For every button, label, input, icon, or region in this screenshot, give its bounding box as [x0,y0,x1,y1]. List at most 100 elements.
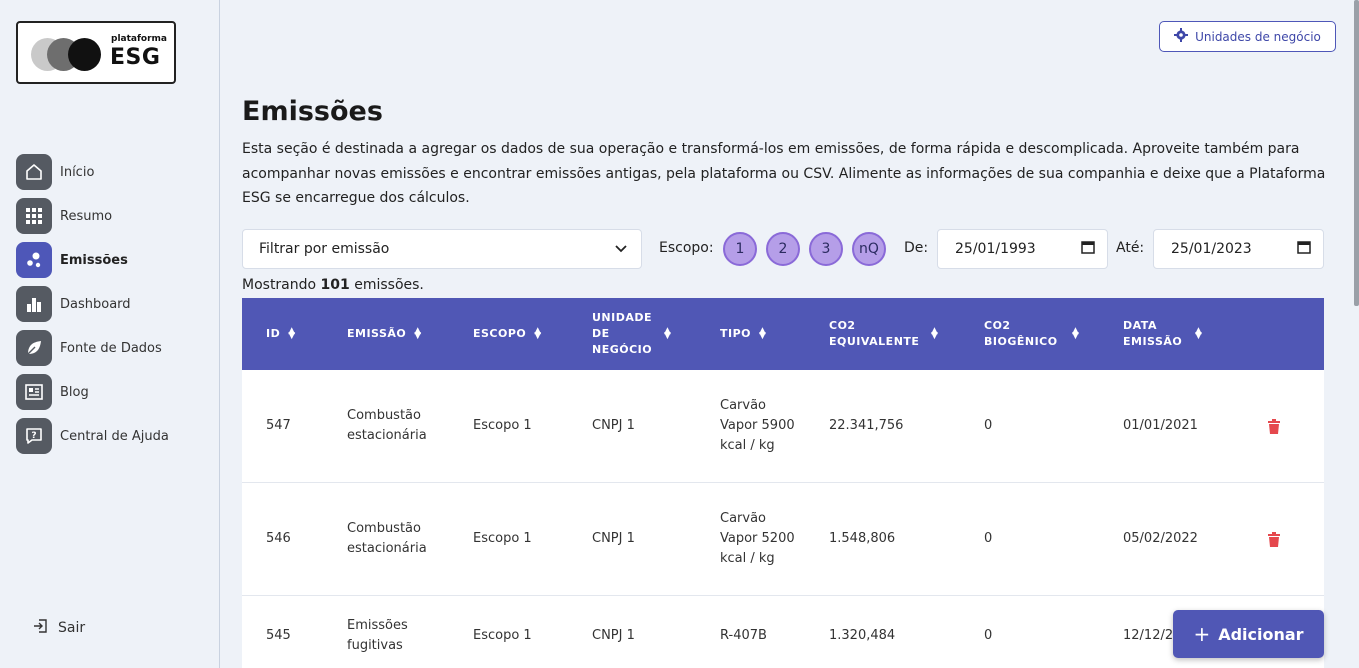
scope-1-button[interactable]: 1 [723,232,757,266]
sidebar: plataforma ESG Início Resumo Emissões Da… [0,0,220,668]
from-date-value: 25/01/1993 [955,241,1036,257]
sidebar-item-label: Central de Ajuda [60,428,169,444]
sidebar-item-blog[interactable]: Blog [16,374,169,410]
sidebar-item-label: Resumo [60,208,113,224]
emissions-table: ID ▲ ▼ EMISSÃO ▲ ▼ ESCOPO ▲ ▼ UNIDADE DE NE… [242,298,1324,668]
sort-icon: ▲ ▼ [414,326,422,341]
column-header-data-emissao[interactable]: DATA EMISSÃO ▲ ▼ [1123,298,1202,370]
sort-icon: ▲ ▼ [1072,326,1080,341]
logo-small-text: plataforma [111,34,167,44]
column-header-escopo[interactable]: ESCOPO ▲ ▼ [473,298,542,370]
grid-icon [16,198,52,234]
results-suffix: emissões. [354,277,424,293]
cell-tipo: Carvão Vapor 5200 kcal / kg [720,511,795,566]
bar-chart-icon [16,286,52,322]
leaf-icon [16,330,52,366]
results-count: Mostrando 101 emissões. [242,277,424,293]
scrollbar[interactable] [1354,0,1359,306]
cell-emissao: Emissões fugitivas [347,617,408,653]
sidebar-item-emissoes[interactable]: Emissões [16,242,169,278]
plus-icon: + [1193,622,1211,646]
cell-escopo: Escopo 1 [473,531,532,546]
cell-id: 546 [266,531,291,546]
column-header-unidade[interactable]: UNIDADE DE NEGÓCIO ▲ ▼ [592,298,671,370]
sort-icon: ▲ ▼ [664,326,672,341]
cell-data-emissao: 05/02/2022 [1123,531,1198,546]
scope-3-button[interactable]: 3 [809,232,843,266]
business-units-label: Unidades de negócio [1195,29,1321,44]
cell-emissao: Combustão estacionária [347,408,427,443]
trash-icon[interactable] [1268,483,1280,595]
scope-2-button[interactable]: 2 [766,232,800,266]
newspaper-icon [16,374,52,410]
to-date-label: Até: [1116,240,1145,256]
table-row[interactable]: 545 Emissões fugitivas Escopo 1 CNPJ 1 R… [242,596,1324,668]
cell-unidade: CNPJ 1 [592,531,635,546]
add-button-label: Adicionar [1218,624,1304,644]
sort-icon: ▲ ▼ [288,326,296,341]
logout-label: Sair [58,620,86,636]
cell-escopo: Escopo 1 [473,418,532,433]
sort-icon: ▲ ▼ [759,326,767,341]
sort-icon: ▲ ▼ [931,326,939,341]
logo[interactable]: plataforma ESG [16,21,176,84]
column-header-co2-biogenico[interactable]: CO2 BIOGÊNICO ▲ ▼ [984,298,1079,370]
logo-circle [68,38,101,71]
sidebar-item-label: Início [60,164,95,180]
column-header-label: CO2 BIOGÊNICO [984,319,1058,348]
table-row[interactable]: 546 Combustão estacionária Escopo 1 CNPJ… [242,483,1324,596]
sidebar-item-label: Emissões [60,252,128,268]
column-header-tipo[interactable]: TIPO ▲ ▼ [720,298,766,370]
gear-icon [1174,28,1189,45]
cell-co2-equivalente: 1.320,484 [829,627,896,643]
cell-unidade: CNPJ 1 [592,627,635,643]
column-header-label: UNIDADE DE NEGÓCIO [592,311,653,356]
cell-id: 547 [266,418,291,433]
sidebar-item-dashboard[interactable]: Dashboard [16,286,169,322]
results-prefix: Mostrando [242,277,317,293]
home-icon [16,154,52,190]
column-header-label: DATA EMISSÃO [1123,319,1183,348]
sidebar-nav: Início Resumo Emissões Dashboard Fonte d… [16,154,169,462]
calendar-icon[interactable] [1081,240,1095,258]
emission-filter-value: Filtrar por emissão [259,241,390,257]
sort-icon: ▲ ▼ [534,326,542,341]
help-icon: ? [16,418,52,454]
scope-nq-button[interactable]: nQ [852,232,886,266]
cell-unidade: CNPJ 1 [592,418,635,433]
cell-data-emissao: 01/01/2021 [1123,418,1198,433]
page-title: Emissões [242,96,383,127]
calendar-icon[interactable] [1297,240,1311,258]
sort-icon: ▲ ▼ [1195,326,1203,341]
cell-co2-biogenico: 0 [984,418,993,433]
column-header-emissao[interactable]: EMISSÃO ▲ ▼ [347,298,422,370]
sidebar-item-fonte-de-dados[interactable]: Fonte de Dados [16,330,169,366]
cell-tipo: Carvão Vapor 5900 kcal / kg [720,398,795,453]
svg-text:?: ? [31,431,36,441]
column-header-co2-equivalente[interactable]: CO2 EQUIVALENTE ▲ ▼ [829,298,938,370]
sidebar-item-inicio[interactable]: Início [16,154,169,190]
sidebar-item-label: Dashboard [60,296,131,312]
trash-icon[interactable] [1268,370,1280,482]
logout-button[interactable]: Sair [32,618,85,638]
sidebar-item-resumo[interactable]: Resumo [16,198,169,234]
to-date-input[interactable]: 25/01/2023 [1153,229,1324,269]
cell-co2-biogenico: 0 [984,531,993,546]
cell-tipo: R-407B [720,627,767,643]
cell-co2-equivalente: 22.341,756 [829,418,904,433]
from-date-input[interactable]: 25/01/1993 [937,229,1108,269]
business-units-button[interactable]: Unidades de negócio [1159,21,1336,52]
cell-co2-equivalente: 1.548,806 [829,531,896,546]
logout-icon [32,618,48,638]
logo-big-text: ESG [110,45,161,70]
column-header-label: ID [266,327,281,340]
column-header-id[interactable]: ID ▲ ▼ [266,298,296,370]
cell-id: 545 [266,627,291,643]
table-row[interactable]: 547 Combustão estacionária Escopo 1 CNPJ… [242,370,1324,483]
emission-filter-select[interactable]: Filtrar por emissão [242,229,642,269]
column-header-label: CO2 EQUIVALENTE [829,319,920,348]
cell-emissao: Combustão estacionária [347,521,427,556]
chevron-down-icon [615,241,627,257]
sidebar-item-central-de-ajuda[interactable]: ? Central de Ajuda [16,418,169,454]
add-button[interactable]: + Adicionar [1173,610,1324,658]
